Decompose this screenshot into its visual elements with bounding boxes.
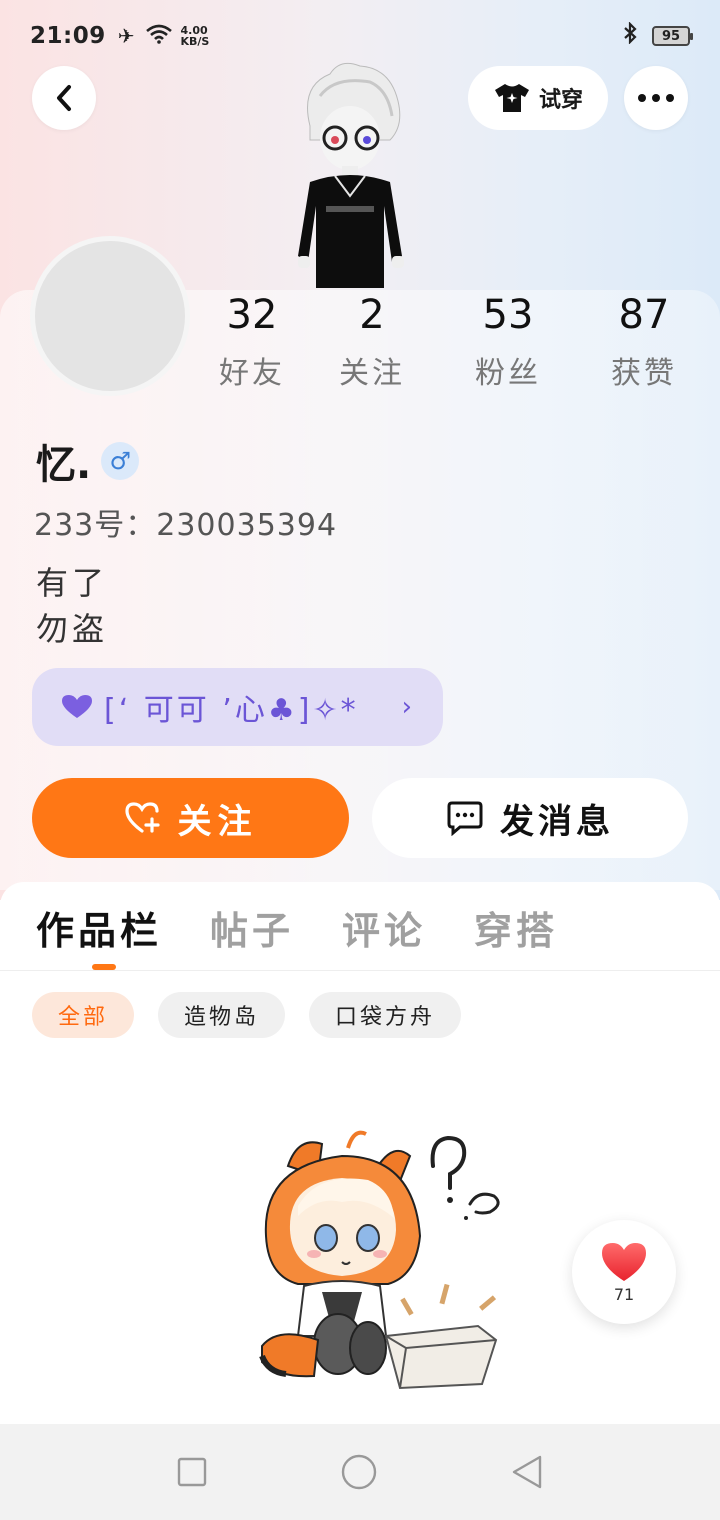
try-on-label: 试穿 [538, 88, 583, 113]
stat-label: 粉丝 [475, 356, 541, 391]
tab-comments[interactable]: 评论 [342, 900, 426, 955]
red-heart-icon [602, 1242, 646, 1281]
stat-friends[interactable]: 32 好友 [192, 290, 312, 392]
content-tabs: 作品栏 帖子 评论 穿搭 [36, 900, 558, 955]
avatar[interactable] [30, 236, 190, 396]
follow-button[interactable]: 关注 [32, 778, 349, 858]
stat-value: 2 [359, 292, 385, 338]
send-message-button[interactable]: 发消息 [372, 778, 688, 858]
stat-following[interactable]: 2 关注 [312, 290, 432, 392]
network-speed: 4.00 KB/S [180, 25, 209, 47]
chevron-right-icon: › [401, 692, 415, 722]
bluetooth-icon [622, 21, 638, 50]
user-id[interactable]: 233号：230035394 [34, 500, 337, 544]
like-float-button[interactable]: 71 [572, 1220, 676, 1324]
stat-value: 87 [618, 292, 670, 338]
battery-indicator: 95 [652, 26, 693, 46]
heart-plus-icon [124, 802, 160, 833]
wifi-icon [146, 24, 173, 49]
bio-line: 勿盗 [36, 610, 109, 648]
chat-bubble-icon [447, 801, 483, 836]
stat-label: 关注 [339, 356, 405, 391]
system-nav-bar [0, 1424, 720, 1520]
stat-value: 32 [226, 292, 278, 338]
signature-text: [‘ 可可 ’心♣]✧* [104, 693, 359, 728]
back-nav-icon[interactable] [510, 1454, 544, 1490]
back-button[interactable] [32, 66, 96, 130]
stat-label: 好友 [219, 356, 285, 391]
stat-value: 53 [482, 292, 534, 338]
username-row: 忆. ♂ [36, 432, 140, 490]
tshirt-icon [494, 84, 529, 112]
more-dots-icon [638, 94, 674, 102]
network-speed-unit: KB/S [180, 35, 210, 48]
chip-pocket-ark[interactable]: 口袋方舟 [309, 992, 462, 1038]
chip-creation-island[interactable]: 造物岛 [158, 992, 286, 1038]
avatar-3d-figure[interactable] [280, 56, 420, 290]
tab-posts[interactable]: 帖子 [210, 900, 294, 955]
stat-likes[interactable]: 87 获赞 [584, 290, 704, 392]
send-message-label: 发消息 [500, 801, 614, 842]
stat-label: 获赞 [611, 356, 677, 391]
tab-works[interactable]: 作品栏 [36, 900, 162, 955]
username: 忆. [36, 442, 92, 488]
try-on-button[interactable]: 试穿 [468, 66, 608, 130]
status-time: 21:09 [30, 23, 106, 49]
tab-divider [0, 970, 720, 971]
tab-outfits[interactable]: 穿搭 [474, 900, 558, 955]
chevron-left-icon [57, 85, 71, 111]
more-button[interactable] [624, 66, 688, 130]
like-count: 71 [613, 1284, 635, 1304]
stat-fans[interactable]: 53 粉丝 [448, 290, 568, 392]
signature-tag[interactable]: [‘ 可可 ’心♣]✧* › [32, 668, 443, 746]
bio-line: 有了 [36, 564, 109, 602]
chip-all[interactable]: 全部 [32, 992, 135, 1038]
male-gender-icon: ♂ [101, 442, 140, 480]
home-icon[interactable] [340, 1453, 378, 1491]
recent-apps-icon[interactable] [176, 1456, 208, 1488]
airplane-icon: ✈ [117, 24, 135, 48]
bio: 有了 勿盗 [36, 560, 108, 652]
heart-icon [62, 695, 92, 718]
empty-state-illustration [259, 1130, 500, 1390]
follow-label: 关注 [177, 801, 258, 842]
filter-chips: 全部 造物岛 口袋方舟 [32, 992, 462, 1038]
